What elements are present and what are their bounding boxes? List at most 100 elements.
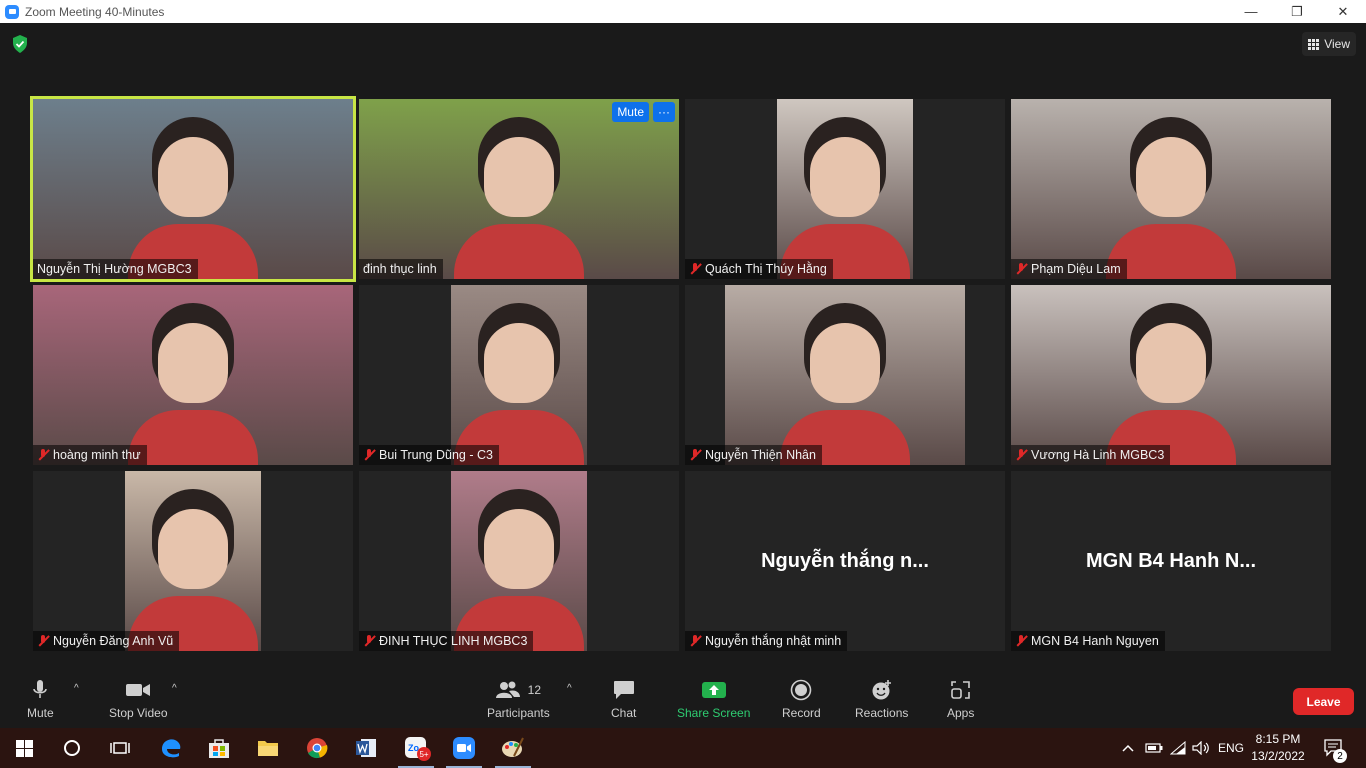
muted-microphone-icon — [37, 449, 49, 461]
participant-tile[interactable]: Phạm Diệu Lam — [1011, 99, 1331, 279]
participant-name: Nguyễn thắng nhật minh — [705, 634, 842, 648]
participants-options-caret-icon[interactable]: ^ — [567, 683, 572, 694]
stop-video-button[interactable]: Stop Video — [109, 679, 168, 723]
participant-name-label: Vương Hà Linh MGBC3 — [1011, 445, 1171, 465]
participant-more-button[interactable]: ··· — [653, 102, 675, 122]
microsoft-store-icon[interactable] — [207, 736, 231, 760]
participant-video — [1011, 99, 1331, 279]
person-body — [454, 224, 584, 279]
leave-button[interactable]: Leave — [1293, 688, 1354, 715]
participant-tile[interactable]: MGN B4 Hanh N... MGN B4 Hanh Nguyen — [1011, 471, 1331, 651]
participant-tile[interactable]: ĐINH THỤC LINH MGBC3 — [359, 471, 679, 651]
participant-display-name: Nguyễn thắng n... — [761, 549, 929, 572]
participants-button[interactable]: 12 Participants — [487, 679, 550, 723]
participant-name: đinh thục linh — [363, 262, 437, 276]
participants-label: Participants — [487, 706, 550, 720]
paint-icon[interactable] — [501, 736, 525, 760]
participant-name: MGN B4 Hanh Nguyen — [1031, 634, 1159, 648]
wifi-icon[interactable] — [1170, 728, 1186, 768]
muted-microphone-icon — [363, 635, 375, 647]
windows-taskbar: Zo 5+ ENG 8:15 PM 13/2/2022 2 — [0, 728, 1366, 768]
participant-name-label: đinh thục linh — [359, 259, 443, 279]
muted-microphone-icon — [689, 263, 701, 275]
participant-tile[interactable]: Nguyễn thắng n... Nguyễn thắng nhật minh — [685, 471, 1005, 651]
person-silhouette — [810, 323, 880, 403]
participant-name-label: Phạm Diệu Lam — [1011, 259, 1127, 279]
edge-browser-icon[interactable] — [159, 736, 183, 760]
participant-tile[interactable]: hoàng minh thư — [33, 285, 353, 465]
reactions-button[interactable]: Reactions — [855, 679, 908, 723]
participant-tile[interactable]: Bui Trung Dũng - C3 — [359, 285, 679, 465]
muted-microphone-icon — [1015, 263, 1027, 275]
muted-microphone-icon — [689, 635, 701, 647]
share-screen-button[interactable]: Share Screen — [677, 679, 750, 723]
video-options-caret-icon[interactable]: ^ — [172, 683, 177, 694]
record-button[interactable]: Record — [782, 679, 821, 723]
participant-tile[interactable]: Quách Thị Thúy Hằng — [685, 99, 1005, 279]
chrome-browser-icon[interactable] — [305, 736, 329, 760]
participant-name: Vương Hà Linh MGBC3 — [1031, 448, 1165, 462]
word-icon[interactable] — [354, 736, 378, 760]
participant-tile[interactable]: Vương Hà Linh MGBC3 — [1011, 285, 1331, 465]
meeting-toolbar: Mute ^ Stop Video ^ 12 Participants ^ Ch… — [0, 673, 1366, 728]
participant-name: Bui Trung Dũng - C3 — [379, 448, 493, 462]
show-hidden-icons-chevron-icon[interactable] — [1122, 728, 1134, 768]
person-silhouette — [484, 509, 554, 589]
record-label: Record — [782, 706, 821, 720]
volume-icon[interactable] — [1192, 728, 1210, 768]
mute-button[interactable]: Mute — [27, 679, 54, 723]
participant-name: Phạm Diệu Lam — [1031, 262, 1121, 276]
reactions-label: Reactions — [855, 706, 909, 720]
zalo-badge: 5+ — [417, 747, 431, 761]
participant-mute-button[interactable]: Mute — [612, 102, 649, 122]
participant-name: ĐINH THỤC LINH MGBC3 — [379, 634, 528, 648]
participant-tile[interactable]: Mute ··· đinh thục linh — [359, 99, 679, 279]
stop-video-label: Stop Video — [109, 706, 168, 720]
participant-tile[interactable]: Nguyễn Thị Hường MGBC3 — [30, 96, 356, 282]
window-title: Zoom Meeting 40-Minutes — [25, 4, 165, 19]
share-screen-label: Share Screen — [677, 706, 751, 720]
participant-video — [359, 99, 679, 279]
participant-video — [777, 99, 913, 279]
security-shield-icon[interactable] — [12, 35, 28, 53]
participant-tile[interactable]: Nguyễn Đăng Anh Vũ — [33, 471, 353, 651]
close-button[interactable]: ✕ — [1320, 0, 1366, 23]
search-icon[interactable] — [60, 736, 84, 760]
zalo-icon[interactable]: Zo 5+ — [404, 736, 431, 761]
grid-icon — [1308, 39, 1320, 50]
participant-tile[interactable]: Nguyễn Thiện Nhân — [685, 285, 1005, 465]
mute-options-caret-icon[interactable]: ^ — [74, 683, 79, 694]
view-button[interactable]: View — [1302, 32, 1356, 56]
muted-microphone-icon — [689, 449, 701, 461]
participant-name-label: Nguyễn Thị Hường MGBC3 — [33, 259, 198, 279]
participants-icon: 12 — [495, 679, 541, 701]
participant-name-label: hoàng minh thư — [33, 445, 147, 465]
file-explorer-icon[interactable] — [256, 736, 280, 760]
maximize-button[interactable]: ❐ — [1274, 0, 1320, 23]
participant-name: Quách Thị Thúy Hằng — [705, 262, 827, 276]
participant-name-label: Nguyễn thắng nhật minh — [685, 631, 848, 651]
person-silhouette — [158, 509, 228, 589]
person-silhouette — [484, 137, 554, 217]
participant-video — [33, 99, 353, 279]
battery-icon[interactable] — [1145, 728, 1163, 768]
record-icon — [790, 679, 812, 701]
muted-microphone-icon — [1015, 449, 1027, 461]
video-camera-icon — [125, 679, 151, 701]
person-silhouette — [484, 323, 554, 403]
window-controls: — ❐ ✕ — [1228, 0, 1366, 23]
minimize-button[interactable]: — — [1228, 0, 1274, 23]
chat-button[interactable]: Chat — [611, 679, 636, 723]
zoom-taskbar-icon[interactable] — [452, 736, 476, 760]
windows-start-icon[interactable] — [12, 736, 36, 760]
person-silhouette — [1136, 137, 1206, 217]
view-label: View — [1324, 37, 1350, 51]
apps-button[interactable]: Apps — [947, 679, 974, 723]
chat-label: Chat — [611, 706, 637, 720]
participant-display-name: MGN B4 Hanh N... — [1085, 549, 1256, 572]
input-language[interactable]: ENG — [1218, 728, 1244, 768]
notification-center-icon[interactable]: 2 — [1324, 728, 1347, 768]
task-view-icon[interactable] — [108, 736, 132, 760]
participant-name-label: Quách Thị Thúy Hằng — [685, 259, 833, 279]
clock[interactable]: 8:15 PM 13/2/2022 — [1248, 731, 1308, 765]
